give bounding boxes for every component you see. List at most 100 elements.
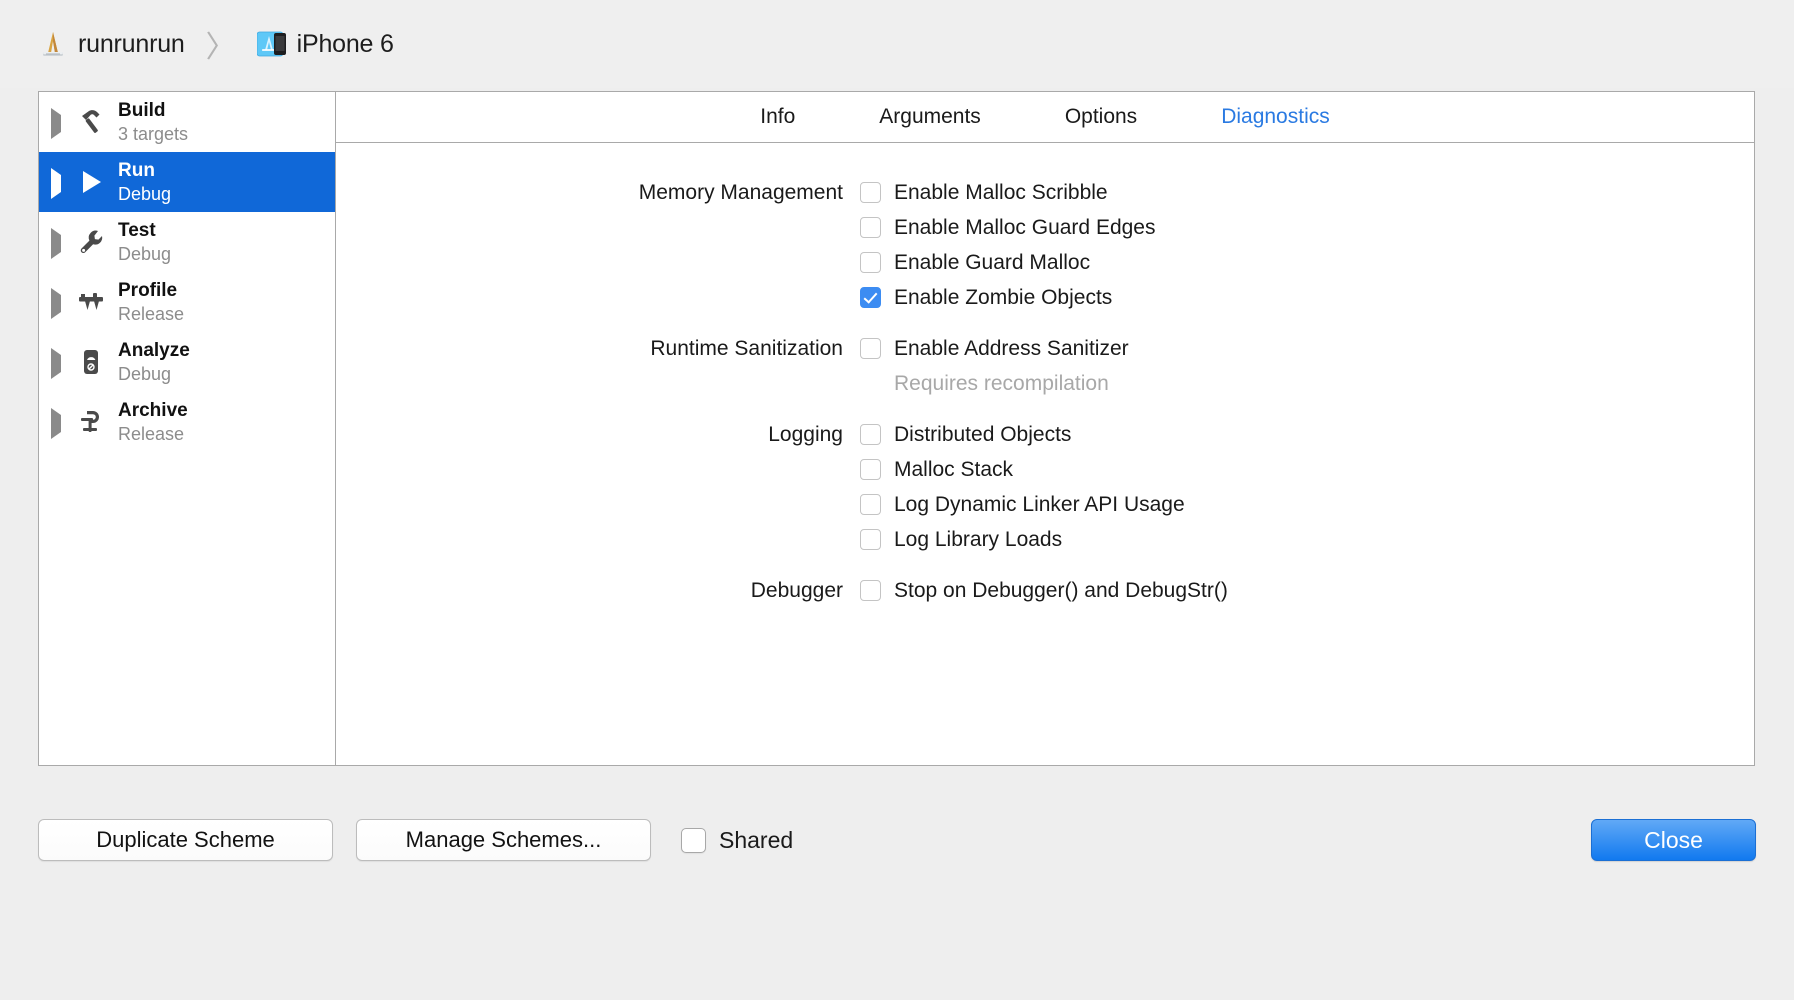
group-fields-debugger: Stop on Debugger() and DebugStr() xyxy=(860,573,1754,608)
checkbox-row-distributed-objects[interactable]: Distributed Objects xyxy=(860,417,1754,452)
scheme-title: Build xyxy=(118,100,166,122)
breadcrumb: runrunrun 〉 iPhone 6 xyxy=(38,22,394,66)
disclosure-triangle-icon[interactable] xyxy=(51,348,65,379)
group-fields-runtime-sanitization: Enable Address Sanitizer Requires recomp… xyxy=(860,331,1754,401)
scheme-subtitle: 3 targets xyxy=(118,123,189,144)
disclosure-triangle-icon[interactable] xyxy=(51,408,65,439)
wrench-icon xyxy=(74,225,108,259)
group-runtime-sanitization: Runtime Sanitization Enable Address Sani… xyxy=(336,331,1754,401)
checkbox-enable-zombie-objects[interactable] xyxy=(860,287,881,308)
scheme-subtitle: Debug xyxy=(118,363,172,384)
shared-checkbox-row[interactable]: Shared xyxy=(681,827,793,854)
sidebar-item-run[interactable]: Run Debug xyxy=(39,152,335,212)
scheme-subtitle: Debug xyxy=(118,183,172,204)
sidebar-item-test[interactable]: Test Debug xyxy=(39,212,335,272)
disclosure-triangle-icon[interactable] xyxy=(51,168,65,199)
group-logging: Logging Distributed Objects Malloc Stack… xyxy=(336,417,1754,557)
disclosure-triangle-icon[interactable] xyxy=(51,108,65,139)
checkbox-label: Log Library Loads xyxy=(894,527,1063,551)
close-button[interactable]: Close xyxy=(1591,819,1756,861)
detail-pane: Info Arguments Options Diagnostics Memor… xyxy=(336,92,1754,765)
bottom-toolbar: Duplicate Scheme Manage Schemes... Share… xyxy=(0,790,1794,890)
scheme-title: Profile xyxy=(118,280,178,302)
checkbox-row-stop-on-debugger[interactable]: Stop on Debugger() and DebugStr() xyxy=(860,573,1754,608)
checkbox-row-zombie-objects[interactable]: Enable Zombie Objects xyxy=(860,280,1754,315)
checkbox-enable-malloc-scribble[interactable] xyxy=(860,182,881,203)
group-label-logging: Logging xyxy=(768,423,843,446)
tab-options[interactable]: Options xyxy=(1023,105,1179,129)
group-fields-memory-management: Enable Malloc Scribble Enable Malloc Gua… xyxy=(860,175,1754,315)
caliper-icon xyxy=(74,285,108,319)
manage-schemes-button[interactable]: Manage Schemes... xyxy=(356,819,651,861)
group-label-memory-management: Memory Management xyxy=(638,181,843,204)
checkbox-label: Enable Guard Malloc xyxy=(894,250,1091,274)
checkbox-row-address-sanitizer[interactable]: Enable Address Sanitizer xyxy=(860,331,1754,366)
group-debugger: Debugger Stop on Debugger() and DebugStr… xyxy=(336,573,1754,608)
destination-name[interactable]: iPhone 6 xyxy=(297,30,394,59)
gauge-icon xyxy=(74,345,108,379)
sidebar-item-analyze-text: Analyze Debug xyxy=(118,340,190,383)
xcode-app-icon xyxy=(38,29,68,59)
hint-requires-recompilation: Requires recompilation xyxy=(894,372,1109,395)
sidebar-item-profile[interactable]: Profile Release xyxy=(39,272,335,332)
breadcrumb-separator-icon: 〉 xyxy=(205,31,236,64)
checkbox-enable-guard-malloc[interactable] xyxy=(860,252,881,273)
group-label-debugger: Debugger xyxy=(750,579,843,602)
tab-bar: Info Arguments Options Diagnostics xyxy=(336,92,1754,143)
checkbox-label: Stop on Debugger() and DebugStr() xyxy=(894,578,1228,602)
checkbox-label: Enable Malloc Guard Edges xyxy=(894,215,1156,239)
disclosure-triangle-icon[interactable] xyxy=(51,228,65,259)
duplicate-scheme-button[interactable]: Duplicate Scheme xyxy=(38,819,333,861)
hammer-icon xyxy=(74,105,108,139)
checkbox-row-log-library-loads[interactable]: Log Library Loads xyxy=(860,522,1754,557)
group-fields-logging: Distributed Objects Malloc Stack Log Dyn… xyxy=(860,417,1754,557)
sidebar-item-build-text: Build 3 targets xyxy=(118,100,188,143)
diagnostics-form: Memory Management Enable Malloc Scribble… xyxy=(336,143,1754,765)
scheme-editor-panel: Build 3 targets Run Debug Test Debug Pro… xyxy=(38,91,1755,766)
breadcrumb-bar: runrunrun 〉 iPhone 6 xyxy=(0,0,1794,88)
scheme-subtitle: Release xyxy=(118,423,185,444)
sidebar-item-analyze[interactable]: Analyze Debug xyxy=(39,332,335,392)
checkbox-row-guard-malloc[interactable]: Enable Guard Malloc xyxy=(860,245,1754,280)
group-label-runtime-sanitization: Runtime Sanitization xyxy=(650,337,843,360)
tab-diagnostics[interactable]: Diagnostics xyxy=(1179,105,1372,129)
checkbox-enable-malloc-guard-edges[interactable] xyxy=(860,217,881,238)
group-memory-management: Memory Management Enable Malloc Scribble… xyxy=(336,175,1754,315)
sidebar-item-profile-text: Profile Release xyxy=(118,280,184,323)
scheme-actions-list[interactable]: Build 3 targets Run Debug Test Debug Pro… xyxy=(39,92,336,765)
scheme-title: Analyze xyxy=(118,340,190,362)
checkbox-label: Enable Malloc Scribble xyxy=(894,180,1108,204)
checkbox-label: Malloc Stack xyxy=(894,457,1014,481)
tab-arguments[interactable]: Arguments xyxy=(837,105,1023,129)
play-icon xyxy=(74,165,108,199)
tab-info[interactable]: Info xyxy=(718,105,837,129)
clamp-icon xyxy=(74,405,108,439)
disclosure-triangle-icon[interactable] xyxy=(51,288,65,319)
checkbox-label: Distributed Objects xyxy=(894,422,1072,446)
checkbox-row-log-dynamic-linker-api-usage[interactable]: Log Dynamic Linker API Usage xyxy=(860,487,1754,522)
checkbox-label: Enable Zombie Objects xyxy=(894,285,1113,309)
sidebar-item-build[interactable]: Build 3 targets xyxy=(39,92,335,152)
checkbox-row-malloc-scribble[interactable]: Enable Malloc Scribble xyxy=(860,175,1754,210)
checkbox-distributed-objects[interactable] xyxy=(860,424,881,445)
scheme-title: Run xyxy=(118,160,155,182)
shared-label: Shared xyxy=(719,826,794,853)
checkbox-label: Enable Address Sanitizer xyxy=(894,336,1129,360)
checkbox-stop-on-debugger[interactable] xyxy=(860,580,881,601)
project-name[interactable]: runrunrun xyxy=(78,30,185,59)
sidebar-item-test-text: Test Debug xyxy=(118,220,171,263)
checkbox-row-malloc-guard-edges[interactable]: Enable Malloc Guard Edges xyxy=(860,210,1754,245)
checkbox-label: Log Dynamic Linker API Usage xyxy=(894,492,1185,516)
scheme-title: Test xyxy=(118,220,156,242)
sidebar-item-archive[interactable]: Archive Release xyxy=(39,392,335,452)
checkbox-malloc-stack[interactable] xyxy=(860,459,881,480)
checkbox-log-library-loads[interactable] xyxy=(860,529,881,550)
checkbox-log-dynamic-linker-api-usage[interactable] xyxy=(860,494,881,515)
shared-checkbox[interactable] xyxy=(681,827,706,853)
checkbox-enable-address-sanitizer[interactable] xyxy=(860,338,881,359)
sidebar-item-run-text: Run Debug xyxy=(118,160,171,203)
checkbox-row-malloc-stack[interactable]: Malloc Stack xyxy=(860,452,1754,487)
